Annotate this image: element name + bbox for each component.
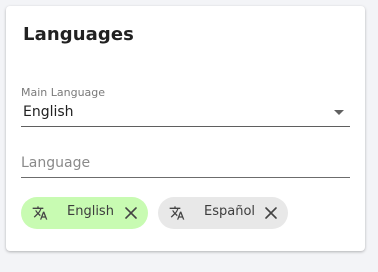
translate-icon: [32, 206, 48, 220]
close-icon[interactable]: [124, 206, 138, 220]
dropdown-caret-icon[interactable]: [334, 110, 344, 115]
chip-english[interactable]: English: [21, 197, 148, 229]
chip-label: Español: [204, 204, 256, 219]
language-input[interactable]: [21, 151, 350, 175]
close-icon[interactable]: [264, 206, 278, 220]
main-language-select[interactable]: Main Language English: [21, 86, 350, 127]
card-title: Languages: [23, 24, 134, 45]
language-field[interactable]: [21, 151, 350, 178]
main-language-value: English: [23, 104, 74, 120]
main-language-label: Main Language: [21, 86, 106, 99]
chip-espanol[interactable]: Español: [158, 197, 288, 229]
languages-card: Languages Main Language English English …: [6, 6, 365, 251]
chip-label: English: [67, 204, 114, 219]
translate-icon: [169, 206, 185, 220]
